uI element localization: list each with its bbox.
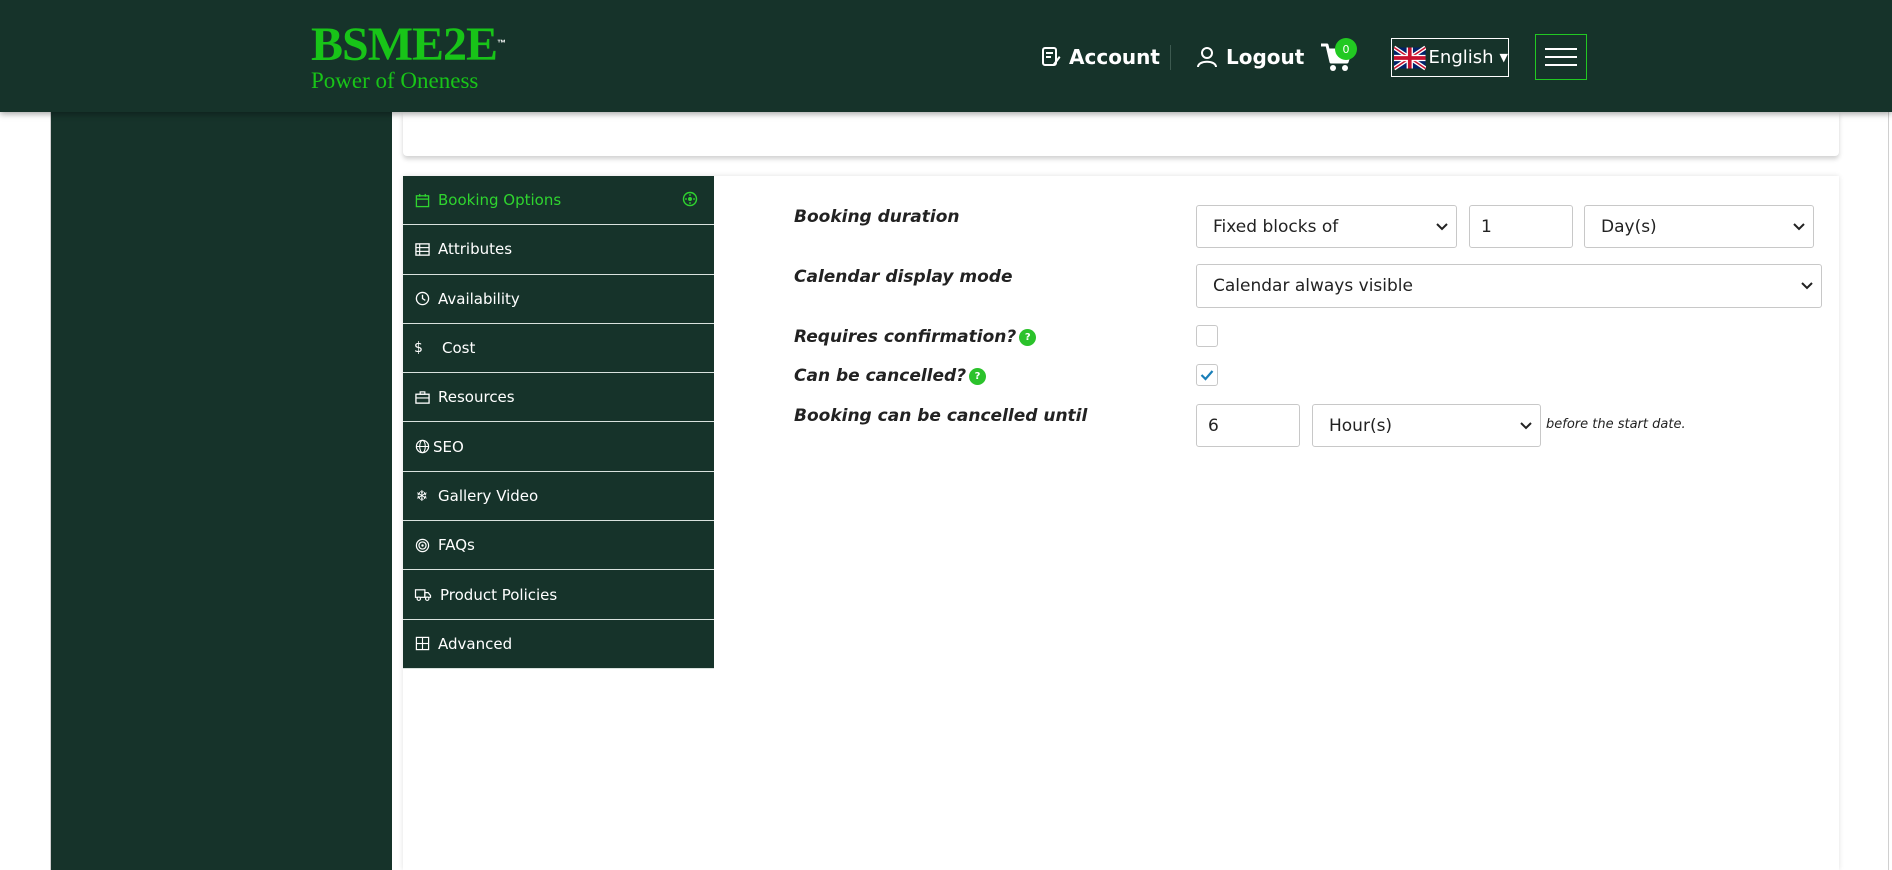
account-link[interactable]: Account	[1041, 40, 1160, 74]
booking-duration-amount-input[interactable]: 1	[1469, 205, 1573, 248]
tab-label: Gallery Video	[438, 486, 539, 505]
select-value: Day(s)	[1601, 216, 1657, 237]
account-icon	[1042, 47, 1061, 66]
tab-seo[interactable]: SEO	[403, 422, 714, 472]
logout-link[interactable]: Logout	[1196, 40, 1304, 74]
snowflake-icon: ❄	[415, 486, 429, 505]
dollar-icon: $	[414, 340, 423, 357]
language-selector[interactable]: English ▼	[1391, 38, 1509, 77]
cart-count-badge: 0	[1335, 38, 1357, 60]
tab-resources[interactable]: Resources	[403, 373, 714, 423]
help-icon[interactable]: ?	[969, 367, 987, 385]
hamburger-line	[1545, 48, 1577, 50]
dashboard-sidebar	[51, 112, 392, 870]
site-header: BSME2E™ Power of Oneness Account Logout …	[0, 0, 1892, 112]
chevron-down-icon	[1436, 222, 1448, 230]
tab-label: Availability	[438, 289, 520, 308]
select-value: Hour(s)	[1329, 415, 1393, 436]
grid-icon	[414, 636, 430, 652]
booking-duration-unit-select[interactable]: Day(s)	[1584, 205, 1814, 248]
hamburger-line	[1545, 56, 1577, 58]
requires-confirmation-text: Requires confirmation?	[794, 327, 1017, 347]
tab-product-policies[interactable]: Product Policies	[403, 570, 714, 620]
input-value: 6	[1208, 415, 1219, 436]
hamburger-menu-button[interactable]	[1535, 34, 1587, 80]
tab-label: FAQs	[438, 536, 475, 555]
briefcase-icon	[414, 389, 430, 405]
globe-icon	[414, 439, 430, 455]
hamburger-line	[1545, 64, 1577, 66]
tab-label: Advanced	[438, 634, 513, 653]
frame-border-right	[1888, 112, 1889, 870]
calendar-display-mode-select[interactable]: Calendar always visible	[1196, 264, 1822, 308]
brand-logo[interactable]: BSME2E™ Power of Oneness	[311, 21, 506, 93]
tab-label: Cost	[442, 339, 476, 358]
cancel-until-label: Booking can be cancelled until	[794, 406, 1088, 426]
caret-down-icon: ▼	[1499, 51, 1508, 64]
tab-cost[interactable]: $ Cost	[403, 323, 714, 374]
calendar-icon	[414, 192, 430, 208]
select-value: Calendar always visible	[1213, 276, 1413, 296]
can-be-cancelled-label: Can be cancelled??	[794, 366, 987, 386]
list-icon	[414, 241, 430, 257]
requires-confirmation-checkbox[interactable]	[1196, 325, 1218, 347]
tab-faqs[interactable]: FAQs	[403, 521, 714, 571]
tab-attributes[interactable]: Attributes	[403, 225, 714, 275]
input-value: 1	[1481, 216, 1492, 237]
expand-circle-icon	[682, 191, 698, 211]
brand-tagline: Power of Oneness	[311, 68, 479, 93]
language-label: English	[1428, 47, 1494, 68]
cancel-until-amount-input[interactable]: 6	[1196, 404, 1300, 447]
brand-name: BSME2E	[311, 18, 498, 71]
account-label: Account	[1069, 45, 1160, 69]
uk-flag-icon	[1394, 45, 1426, 70]
checkmark-icon	[1200, 370, 1214, 381]
tab-label: Attributes	[438, 240, 513, 259]
tab-label: SEO	[433, 437, 464, 456]
help-icon[interactable]: ?	[1019, 328, 1037, 346]
chevron-down-icon	[1793, 222, 1805, 230]
logout-label: Logout	[1226, 45, 1305, 69]
cancel-until-unit-select[interactable]: Hour(s)	[1312, 404, 1541, 447]
booking-duration-label: Booking duration	[794, 207, 960, 227]
tab-label: Booking Options	[438, 191, 562, 210]
product-data-tabs: Booking Options Attributes Availability …	[403, 176, 714, 669]
tab-booking-options[interactable]: Booking Options	[403, 176, 714, 226]
tab-gallery-video[interactable]: ❄ Gallery Video	[403, 471, 714, 522]
cancel-until-suffix: before the start date.	[1546, 417, 1686, 432]
tab-availability[interactable]: Availability	[403, 274, 714, 324]
chevron-down-icon	[1520, 421, 1532, 429]
user-icon	[1197, 47, 1217, 68]
chevron-down-icon	[1801, 282, 1813, 290]
booking-duration-type-select[interactable]: Fixed blocks of	[1196, 205, 1457, 248]
tab-advanced[interactable]: Advanced	[403, 619, 714, 669]
calendar-display-mode-label: Calendar display mode	[794, 267, 1013, 287]
can-be-cancelled-text: Can be cancelled?	[794, 366, 967, 386]
clock-icon	[414, 291, 430, 307]
nav-divider	[1170, 45, 1171, 70]
target-icon	[414, 537, 430, 553]
requires-confirmation-label: Requires confirmation??	[794, 327, 1037, 347]
truck-icon	[414, 587, 432, 603]
top-card	[403, 112, 1839, 156]
select-value: Fixed blocks of	[1213, 216, 1339, 237]
tab-label: Resources	[438, 388, 515, 407]
can-be-cancelled-checkbox[interactable]	[1196, 364, 1218, 386]
brand-trademark: ™	[497, 38, 506, 48]
tab-label: Product Policies	[440, 585, 558, 604]
